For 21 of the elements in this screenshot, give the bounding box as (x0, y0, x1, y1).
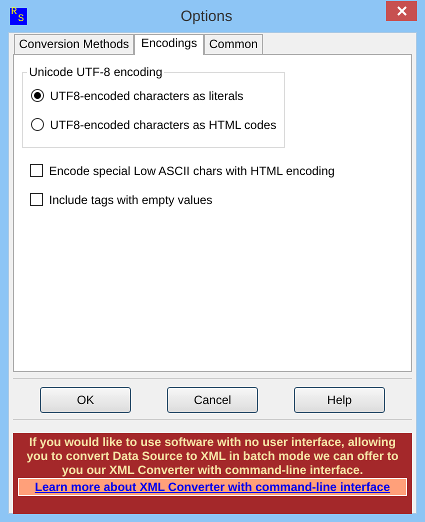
tab[interactable]: Conversion Methods (14, 34, 134, 54)
close-button[interactable] (386, 1, 417, 21)
radio-label: UTF8-encoded characters as HTML codes (50, 118, 276, 132)
promo-link[interactable]: Learn more about XML Converter with command-line interface (34, 480, 390, 494)
radio-button[interactable] (31, 118, 44, 131)
checkbox-label: Encode special Low ASCII chars with HTML encoding (49, 164, 335, 178)
promo-text: If you would like to use software with no user interface, allowing you to convert Data Source to XML in batch mode we can offer to you our XML Converter with command-line interface. (26, 435, 400, 477)
close-icon (396, 6, 406, 16)
dialog-button[interactable]: Cancel (167, 387, 258, 413)
tab[interactable]: Common (204, 34, 263, 54)
radio-label: UTF8-encoded characters as literals (50, 88, 244, 102)
tab[interactable]: Encodings (134, 34, 204, 55)
checkbox-label: Include tags with empty values (49, 192, 212, 206)
group-title: Unicode UTF-8 encoding (28, 65, 164, 79)
dialog-button[interactable]: Help (294, 387, 385, 413)
checkbox[interactable] (30, 193, 43, 206)
dialog-button[interactable]: OK (40, 387, 131, 413)
radio-button[interactable] (31, 89, 44, 102)
window-title: Options (180, 8, 234, 24)
app-icon: R S (10, 8, 27, 24)
checkbox[interactable] (30, 164, 43, 177)
